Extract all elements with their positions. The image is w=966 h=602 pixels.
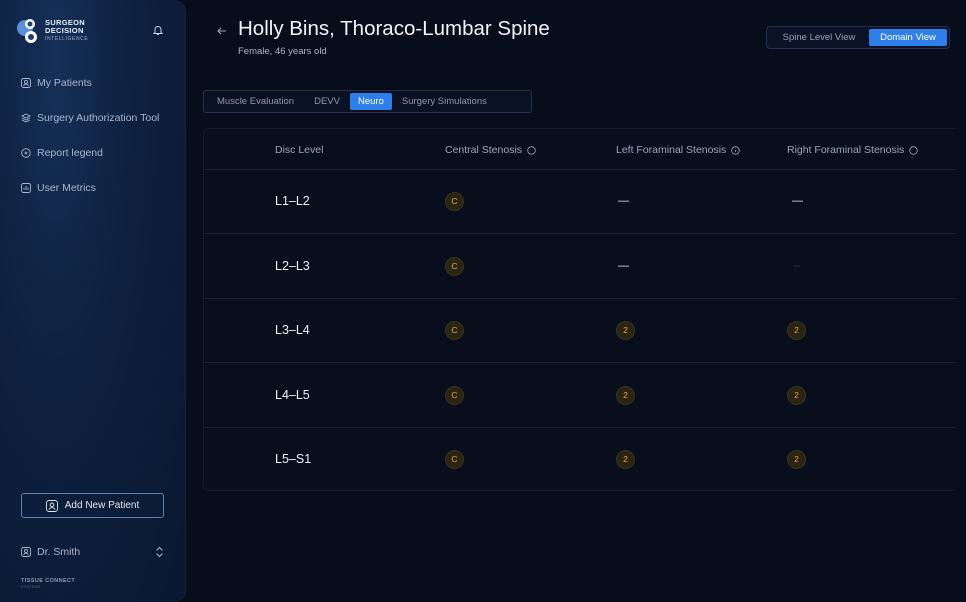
table-header: Disc Level Central Stenosis Left Foramin… bbox=[204, 129, 956, 170]
bell-icon[interactable] bbox=[152, 24, 164, 36]
logo-mark-icon bbox=[17, 19, 37, 43]
sidebar-item-surgery-authorization-tool[interactable]: Surgery Authorization Tool bbox=[21, 100, 159, 135]
central-stenosis-badge[interactable]: C bbox=[445, 385, 464, 405]
disc-level: L5–S1 bbox=[275, 452, 312, 466]
brand-line2: DECISION bbox=[45, 26, 84, 35]
disc-level: L3–L4 bbox=[275, 323, 310, 337]
central-stenosis-badge[interactable]: C bbox=[445, 191, 464, 211]
user-menu[interactable]: Dr. Smith bbox=[21, 546, 164, 558]
right-foraminal-value: – bbox=[794, 260, 801, 272]
right-foraminal-badge[interactable]: 2 bbox=[787, 385, 806, 405]
tab-devv[interactable]: DEVV bbox=[304, 93, 350, 110]
tab-neuro[interactable]: Neuro bbox=[349, 93, 392, 110]
brand-wordmark: SURGEON DECISION INTELLIGENCE bbox=[45, 19, 88, 43]
sidebar-item-label: Surgery Authorization Tool bbox=[37, 111, 160, 124]
legend-icon bbox=[21, 147, 31, 158]
table-row[interactable]: L1–L2 C — — bbox=[204, 169, 956, 234]
table-row[interactable]: L3–L4 C 2 2 bbox=[204, 298, 956, 363]
disc-level: L2–L3 bbox=[275, 259, 310, 273]
column-header-disc-level: Disc Level bbox=[275, 144, 323, 156]
domain-view-button[interactable]: Domain View bbox=[869, 29, 947, 46]
add-new-patient-label: Add New Patient bbox=[64, 500, 140, 511]
info-icon[interactable] bbox=[527, 145, 536, 155]
patient-demographics: Female, 46 years old bbox=[238, 46, 327, 57]
spine-level-view-button[interactable]: Spine Level View bbox=[769, 29, 869, 46]
column-header-central-stenosis: Central Stenosis bbox=[445, 144, 536, 156]
sidebar-item-label: User Metrics bbox=[37, 181, 96, 194]
right-foraminal-value: — bbox=[792, 195, 803, 207]
disc-level: L4–L5 bbox=[275, 388, 310, 402]
tab-surgery-simulations[interactable]: Surgery Simulations bbox=[392, 93, 497, 110]
view-toggle: Spine Level View Domain View bbox=[766, 26, 950, 49]
footer-brand-sub: SYSTEMS bbox=[21, 585, 41, 589]
central-stenosis-badge[interactable]: C bbox=[445, 320, 464, 340]
user-name: Dr. Smith bbox=[37, 546, 81, 558]
table-row[interactable]: L5–S1 C 2 2 bbox=[204, 427, 956, 491]
right-foraminal-badge[interactable]: 2 bbox=[787, 449, 806, 469]
add-patient-icon bbox=[45, 499, 58, 512]
brand-logo[interactable]: SURGEON DECISION INTELLIGENCE bbox=[16, 16, 88, 46]
left-foraminal-badge[interactable]: 2 bbox=[616, 385, 635, 405]
info-icon[interactable] bbox=[909, 145, 919, 155]
table-row[interactable]: L2–L3 C — – bbox=[204, 234, 956, 299]
sidebar-nav: My Patients Surgery Authorization Tool R… bbox=[21, 65, 159, 205]
sidebar-item-my-patients[interactable]: My Patients bbox=[21, 65, 159, 100]
sidebar-item-label: My Patients bbox=[37, 76, 92, 89]
metrics-icon bbox=[21, 182, 31, 193]
column-header-label: Central Stenosis bbox=[445, 144, 523, 156]
column-header-label: Right Foraminal Stenosis bbox=[787, 144, 905, 156]
layers-icon bbox=[21, 112, 31, 123]
central-stenosis-badge[interactable]: C bbox=[445, 256, 464, 276]
sidebar-item-report-legend[interactable]: Report legend bbox=[21, 135, 159, 170]
tab-muscle-evaluation[interactable]: Muscle Evaluation bbox=[207, 93, 304, 110]
user-icon bbox=[21, 547, 31, 557]
brand-line3: INTELLIGENCE bbox=[45, 36, 89, 42]
left-foraminal-badge[interactable]: 2 bbox=[616, 320, 635, 340]
chevron-up-down-icon[interactable] bbox=[155, 546, 164, 558]
footer-brand: TISSUE CONNECT SYSTEMS bbox=[21, 578, 75, 590]
page-title: Holly Bins, Thoraco-Lumbar Spine bbox=[238, 17, 550, 40]
left-foraminal-badge[interactable]: 2 bbox=[616, 449, 635, 469]
sidebar-item-user-metrics[interactable]: User Metrics bbox=[21, 170, 159, 205]
disc-level: L1–L2 bbox=[275, 194, 310, 208]
left-foraminal-value: — bbox=[618, 260, 629, 272]
domain-tabs: Muscle Evaluation DEVV Neuro Surgery Sim… bbox=[203, 90, 532, 113]
column-header-label: Left Foraminal Stenosis bbox=[616, 144, 727, 156]
neuro-table: Disc Level Central Stenosis Left Foramin… bbox=[203, 128, 956, 491]
column-header-label: Disc Level bbox=[275, 144, 324, 156]
column-header-right-foraminal-stenosis: Right Foraminal Stenosis bbox=[787, 144, 919, 156]
sidebar-item-label: Report legend bbox=[37, 146, 103, 159]
patients-icon bbox=[21, 77, 31, 88]
add-new-patient-button[interactable]: Add New Patient bbox=[21, 493, 164, 518]
table-row[interactable]: L4–L5 C 2 2 bbox=[204, 363, 956, 428]
central-stenosis-badge[interactable]: C bbox=[445, 449, 464, 469]
right-foraminal-badge[interactable]: 2 bbox=[787, 320, 806, 340]
info-icon[interactable] bbox=[731, 145, 741, 155]
sidebar: SURGEON DECISION INTELLIGENCE My Patient… bbox=[0, 0, 186, 602]
back-arrow-icon[interactable] bbox=[216, 25, 228, 37]
column-header-left-foraminal-stenosis: Left Foraminal Stenosis bbox=[616, 144, 741, 156]
left-foraminal-value: — bbox=[618, 195, 629, 207]
